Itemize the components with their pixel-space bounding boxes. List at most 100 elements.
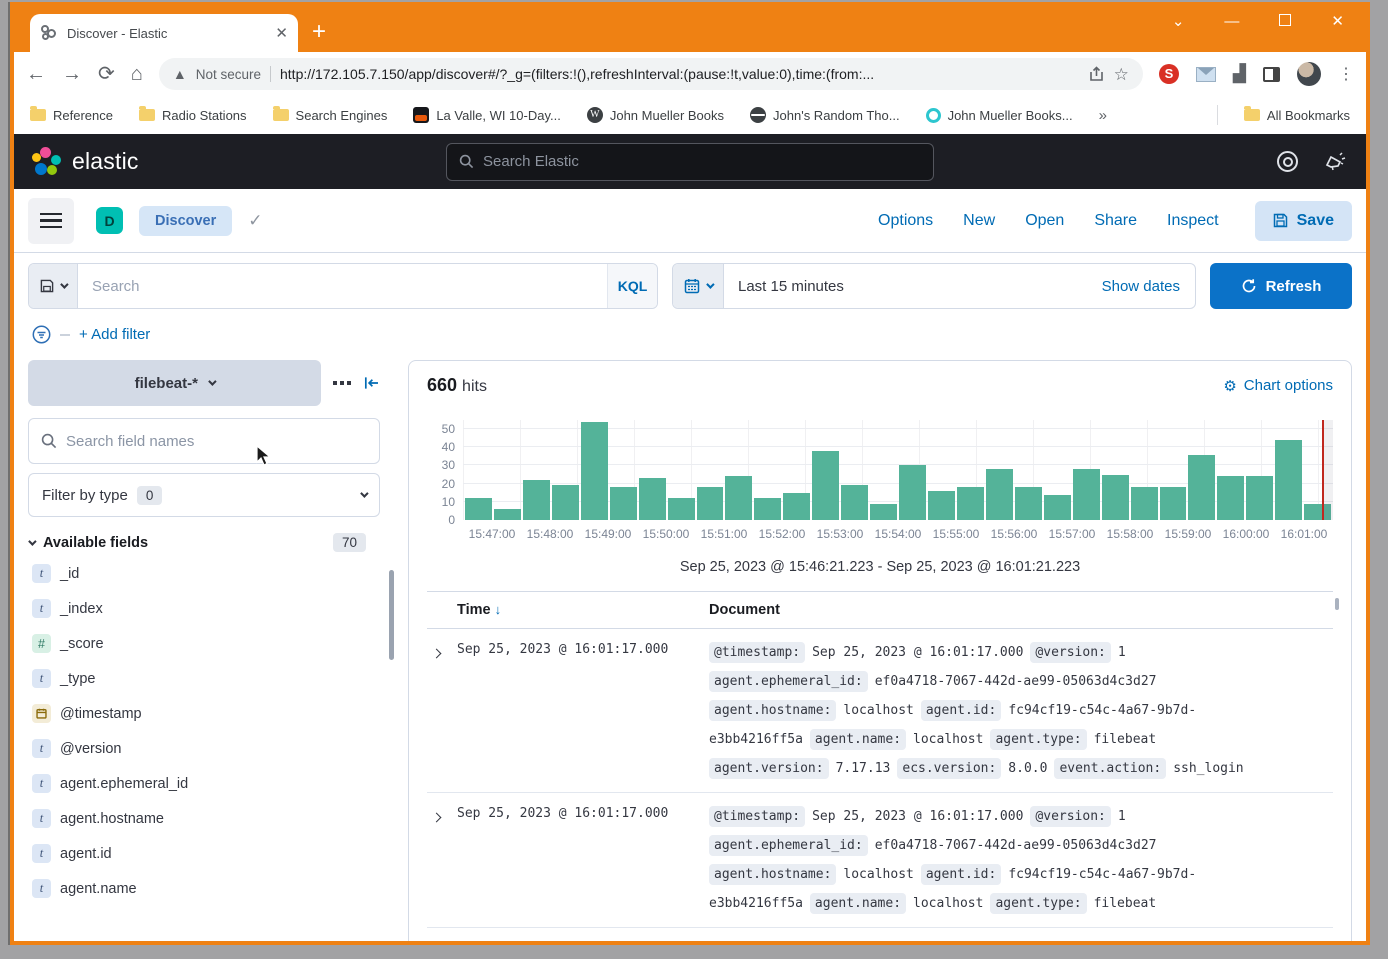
field-item-_index[interactable]: t_index: [28, 591, 380, 626]
boxes-menu-icon[interactable]: [333, 381, 352, 386]
menu-hamburger-icon[interactable]: [28, 198, 74, 244]
add-filter-button[interactable]: + Add filter: [79, 326, 150, 343]
histogram-bar[interactable]: [957, 487, 984, 520]
address-bar[interactable]: ▲ Not secure http://172.105.7.150/app/di…: [159, 58, 1143, 90]
time-range-value[interactable]: Last 15 minutes: [724, 264, 1102, 308]
histogram-bar[interactable]: [610, 487, 637, 520]
refresh-button[interactable]: Refresh: [1210, 263, 1352, 309]
bookmark-item[interactable]: Reference: [30, 108, 113, 123]
bookmark-item[interactable]: La Valle, WI 10-Day...: [413, 107, 561, 123]
browser-menu-icon[interactable]: ⋮: [1338, 64, 1354, 84]
global-search[interactable]: [446, 143, 934, 181]
histogram-bar[interactable]: [639, 478, 666, 520]
histogram-bar[interactable]: [986, 469, 1013, 520]
field-item-agent.ephemeral_id[interactable]: tagent.ephemeral_id: [28, 766, 380, 801]
not-secure-icon[interactable]: ▲: [173, 66, 187, 82]
window-minimize-icon[interactable]: —: [1224, 14, 1239, 29]
histogram-bar[interactable]: [1246, 476, 1273, 520]
index-pattern-select[interactable]: filebeat-*: [28, 360, 321, 406]
available-fields-header[interactable]: Available fields 70: [28, 533, 380, 552]
histogram-bar[interactable]: [812, 451, 839, 520]
histogram-bar[interactable]: [552, 485, 579, 520]
browser-tab[interactable]: Discover - Elastic ✕: [30, 14, 298, 52]
new-link[interactable]: New: [963, 212, 995, 230]
histogram-bar[interactable]: [1188, 455, 1215, 520]
all-bookmarks-button[interactable]: All Bookmarks: [1244, 108, 1350, 123]
histogram-chart[interactable]: 01020304050: [427, 420, 1333, 520]
sidebar-scrollbar[interactable]: [389, 570, 394, 660]
filter-icon[interactable]: [32, 325, 51, 344]
saved-query-menu-button[interactable]: [29, 264, 78, 308]
date-picker-button[interactable]: [673, 264, 724, 308]
histogram-bar[interactable]: [1217, 476, 1244, 520]
query-input-wrap[interactable]: [78, 264, 607, 308]
histogram-bar[interactable]: [668, 498, 695, 520]
time-column-header[interactable]: Time↓: [457, 602, 709, 618]
histogram-bar[interactable]: [899, 465, 926, 520]
histogram-bar[interactable]: [494, 509, 521, 520]
field-item-agent.hostname[interactable]: tagent.hostname: [28, 801, 380, 836]
table-scrollbar[interactable]: [1335, 598, 1339, 610]
elastic-logo[interactable]: [32, 147, 62, 177]
expand-row-icon[interactable]: [427, 806, 457, 914]
url-text[interactable]: http://172.105.7.150/app/discover#/?_g=(…: [280, 66, 1079, 82]
share-link[interactable]: Share: [1094, 212, 1137, 230]
plot-area[interactable]: [463, 420, 1333, 520]
bookmark-item[interactable]: John's Random Tho...: [750, 107, 900, 123]
forward-icon[interactable]: →: [62, 64, 82, 84]
chart-options-button[interactable]: ⚙ Chart options: [1223, 377, 1333, 395]
expand-row-icon[interactable]: [427, 642, 457, 779]
field-item-_score[interactable]: #_score: [28, 626, 380, 661]
show-dates-button[interactable]: Show dates: [1102, 264, 1195, 308]
window-close-icon[interactable]: ✕: [1331, 14, 1344, 29]
open-link[interactable]: Open: [1025, 212, 1064, 230]
filter-by-type-select[interactable]: Filter by type 0: [28, 473, 380, 517]
histogram-bar[interactable]: [1102, 475, 1129, 520]
tab-close-icon[interactable]: ✕: [275, 24, 288, 42]
help-icon[interactable]: [1277, 151, 1298, 172]
back-icon[interactable]: ←: [26, 64, 46, 84]
histogram-bar[interactable]: [697, 487, 724, 520]
extension-mail-icon[interactable]: [1196, 67, 1216, 82]
share-icon[interactable]: [1088, 66, 1105, 83]
histogram-bar[interactable]: [1160, 487, 1187, 520]
histogram-bar[interactable]: [1275, 440, 1302, 520]
bookmark-item[interactable]: Radio Stations: [139, 108, 247, 123]
discover-app-badge[interactable]: D: [96, 207, 123, 234]
histogram-bar[interactable]: [841, 485, 868, 520]
field-search[interactable]: [28, 418, 380, 464]
histogram-bar[interactable]: [1044, 495, 1071, 520]
field-item-agent.name[interactable]: tagent.name: [28, 871, 380, 906]
bookmark-item[interactable]: Search Engines: [273, 108, 388, 123]
home-icon[interactable]: ⌂: [131, 64, 143, 84]
histogram-bar[interactable]: [1131, 487, 1158, 520]
field-item-_type[interactable]: t_type: [28, 661, 380, 696]
document-column-header[interactable]: Document: [709, 602, 780, 618]
collapse-sidebar-icon[interactable]: [363, 375, 380, 391]
side-panel-icon[interactable]: [1263, 67, 1280, 82]
profile-avatar[interactable]: [1297, 62, 1321, 86]
inspect-link[interactable]: Inspect: [1167, 212, 1219, 230]
options-link[interactable]: Options: [878, 212, 933, 230]
reload-icon[interactable]: ⟳: [98, 64, 115, 84]
save-button[interactable]: Save: [1255, 201, 1352, 241]
bookmark-item[interactable]: WJohn Mueller Books: [587, 107, 724, 123]
field-search-input[interactable]: [66, 433, 367, 450]
query-input[interactable]: [92, 278, 593, 295]
extensions-puzzle-icon[interactable]: ▟: [1233, 64, 1246, 84]
histogram-bar[interactable]: [1073, 469, 1100, 520]
histogram-bar[interactable]: [1015, 487, 1042, 520]
kql-button[interactable]: KQL: [607, 264, 657, 308]
news-icon[interactable]: [1324, 151, 1348, 173]
histogram-bar[interactable]: [928, 491, 955, 520]
bookmark-star-icon[interactable]: ☆: [1114, 66, 1129, 83]
new-tab-button[interactable]: +: [312, 20, 326, 44]
bookmarks-overflow-icon[interactable]: »: [1099, 107, 1107, 124]
window-menu-icon[interactable]: ⌄: [1172, 14, 1185, 29]
field-item-@timestamp[interactable]: @timestamp: [28, 696, 380, 731]
histogram-bar[interactable]: [581, 422, 608, 520]
bookmark-item[interactable]: John Mueller Books...: [926, 108, 1073, 123]
histogram-bar[interactable]: [725, 476, 752, 520]
global-search-input[interactable]: [483, 153, 921, 170]
breadcrumb-discover[interactable]: Discover: [139, 206, 232, 236]
